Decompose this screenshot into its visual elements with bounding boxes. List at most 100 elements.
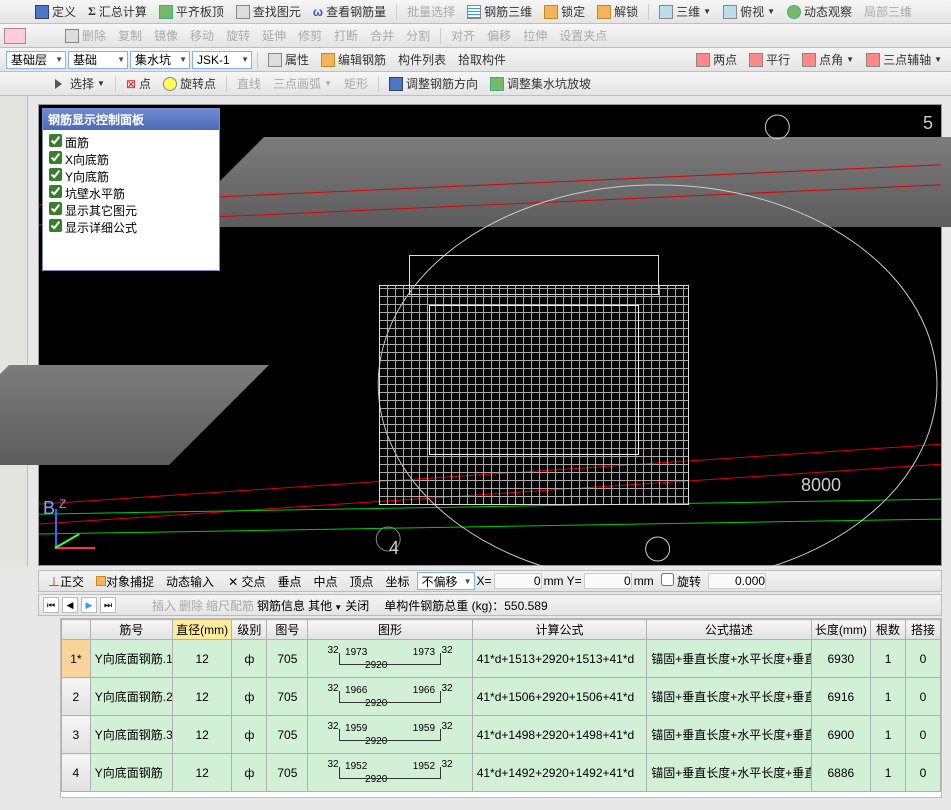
table-row[interactable]: 2Y向底面钢筋.212ф705321966292019663241*d+1506… — [62, 678, 941, 716]
top-view-button[interactable]: 俯视 ▼ — [718, 1, 780, 22]
parallel-button[interactable]: 平行 — [744, 49, 795, 70]
three-pt-axis-button[interactable]: 三点辅轴 ▼ — [861, 49, 947, 70]
table-row[interactable]: 1*Y向底面钢筋.112ф705321973292019733241*d+151… — [62, 640, 941, 678]
snap-coord[interactable]: 坐标 — [381, 572, 415, 591]
rotate-toggle[interactable]: 旋转 — [656, 572, 706, 591]
y-input[interactable] — [584, 573, 632, 589]
orbit-button[interactable]: 动态观察 — [782, 1, 857, 22]
line-button[interactable]: 直线 — [232, 73, 266, 94]
scale-button[interactable]: 缩尺配筋 — [206, 597, 254, 614]
grid-label-b: B — [43, 498, 55, 519]
merge-button[interactable]: 合并 — [365, 25, 399, 46]
category-select[interactable]: 基础 — [68, 51, 128, 69]
two-point-button[interactable]: 两点 — [691, 49, 742, 70]
adjust-slope-button[interactable]: 调整集水坑放坡 — [485, 73, 596, 94]
panel-item[interactable]: Y向底筋 — [49, 168, 213, 185]
panel-item[interactable]: 坑壁水平筋 — [49, 185, 213, 202]
x-input[interactable] — [494, 573, 542, 589]
col-header[interactable]: 图号 — [267, 620, 308, 640]
delete-row-button[interactable]: 删除 — [179, 597, 203, 614]
sum-button[interactable]: Σ 汇总计算 — [83, 1, 152, 22]
mirror-button[interactable]: 镜像 — [149, 25, 183, 46]
local-3d-button[interactable]: 局部三维 — [859, 1, 917, 22]
col-header[interactable]: 根数 — [871, 620, 906, 640]
nav-first[interactable]: ⏮ — [43, 597, 59, 613]
member-list-button[interactable]: 构件列表 — [393, 49, 451, 70]
pick-member-button[interactable]: 拾取构件 — [453, 49, 511, 70]
panel-item[interactable]: 显示其它图元 — [49, 202, 213, 219]
table-row[interactable]: 4Y向底面钢筋12ф705321952292019523241*d+1492+2… — [62, 754, 941, 792]
batch-select-button[interactable]: 批量选择 — [402, 1, 460, 22]
nav-last[interactable]: ⏭ — [100, 597, 116, 613]
point-button[interactable]: ⊠ 点 — [121, 73, 156, 94]
split-button[interactable]: 分割 — [401, 25, 435, 46]
rebar-3d-button[interactable]: 钢筋三维 — [462, 1, 537, 22]
snap-vert[interactable]: 顶点 — [345, 572, 379, 591]
delete2-button[interactable]: 删除 — [60, 25, 111, 46]
move-button[interactable]: 移动 — [185, 25, 219, 46]
rebar-info-button[interactable]: 钢筋信息 — [257, 597, 305, 614]
trim-button[interactable]: 修剪 — [293, 25, 327, 46]
unlock-button[interactable]: 解锁 — [592, 1, 643, 22]
offset-select[interactable]: 不偏移 — [417, 572, 475, 590]
status-bar: ⊥正交 对象捕捉 动态输入 ✕ 交点 垂点 中点 顶点 坐标 不偏移 X= mm… — [38, 570, 942, 592]
table-nav-bar: ⏮ ◀ ▶ ⏭ 插入 删除 缩尺配筋 钢筋信息 其他 ▼ 关闭 单构件钢筋总重 … — [38, 594, 942, 616]
copy-button[interactable]: 复制 — [113, 25, 147, 46]
find-elem-button[interactable]: 查找图元 — [231, 1, 306, 22]
property-button[interactable]: 属性 — [263, 49, 314, 70]
osnap-button[interactable]: 对象捕捉 — [91, 572, 159, 591]
rebar-display-panel[interactable]: 钢筋显示控制面板 面筋X向底筋Y向底筋坑壁水平筋显示其它图元显示详细公式 — [42, 108, 220, 271]
define-button[interactable]: 定义 — [30, 1, 81, 22]
dynin-button[interactable]: 动态输入 — [161, 572, 219, 591]
pt-angle-button[interactable]: 点角 ▼ — [797, 49, 859, 70]
select-mode-button[interactable]: 选择 ▼ — [50, 73, 110, 94]
break-button[interactable]: 打断 — [329, 25, 363, 46]
offset-button[interactable]: 偏移 — [482, 25, 516, 46]
ortho-button[interactable]: ⊥正交 — [43, 572, 89, 591]
col-header[interactable]: 级别 — [232, 620, 267, 640]
grips-button[interactable]: 设置夹点 — [554, 25, 612, 46]
close-button[interactable]: 关闭 — [345, 597, 369, 614]
view-3d-button[interactable]: 三维 ▼ — [654, 1, 716, 22]
col-header[interactable]: 直径(mm) — [172, 620, 232, 640]
toolbar-member: 基础层 基础 集水坑 JSK-1 属性 编辑钢筋 构件列表 拾取构件 两点 平行… — [0, 48, 951, 72]
table-row[interactable]: 3Y向底面钢筋.312ф705321959292019593241*d+1498… — [62, 716, 941, 754]
snap-perp[interactable]: 垂点 — [272, 572, 306, 591]
viewport-3d[interactable]: 8000 5 4 B Z 钢筋显示控制面板 面筋X向底筋Y向底筋坑壁水平筋显示其… — [38, 104, 942, 566]
floor-select[interactable]: 基础层 — [6, 51, 66, 69]
col-header[interactable]: 长度(mm) — [811, 620, 871, 640]
rect-button[interactable]: 矩形 — [339, 73, 373, 94]
instance-select[interactable]: JSK-1 — [192, 51, 252, 69]
y-label: mm Y= — [544, 574, 582, 588]
panel-item[interactable]: 显示详细公式 — [49, 219, 213, 236]
panel-item[interactable]: 面筋 — [49, 134, 213, 151]
col-header[interactable]: 筋号 — [90, 620, 172, 640]
rotate-input[interactable] — [708, 573, 766, 589]
align-button[interactable]: 对齐 — [446, 25, 480, 46]
col-header[interactable] — [62, 620, 91, 640]
stretch-button[interactable]: 拉伸 — [518, 25, 552, 46]
insert-row-button[interactable]: 插入 — [152, 597, 176, 614]
extend-button[interactable]: 延伸 — [257, 25, 291, 46]
rotate-point-button[interactable]: 旋转点 — [158, 73, 221, 94]
col-header[interactable]: 搭接 — [906, 620, 941, 640]
lock-button[interactable]: 锁定 — [539, 1, 590, 22]
panel-item[interactable]: X向底筋 — [49, 151, 213, 168]
other-button[interactable]: 其他 ▼ — [308, 597, 342, 614]
col-header[interactable]: 图形 — [308, 620, 472, 640]
mm-label: mm — [634, 574, 654, 588]
nav-prev[interactable]: ◀ — [62, 597, 78, 613]
col-header[interactable]: 计算公式 — [472, 620, 647, 640]
arc-button[interactable]: 三点画弧 ▼ — [268, 73, 337, 94]
rotate-button[interactable]: 旋转 — [221, 25, 255, 46]
nav-next[interactable]: ▶ — [81, 597, 97, 613]
col-header[interactable]: 公式描述 — [647, 620, 811, 640]
align-slab-button[interactable]: 平齐板顶 — [154, 1, 229, 22]
rebar-table[interactable]: 筋号直径(mm)级别图号图形计算公式公式描述长度(mm)根数搭接 1*Y向底面钢… — [60, 618, 942, 798]
edit-rebar-button[interactable]: 编辑钢筋 — [316, 49, 391, 70]
snap-int[interactable]: ✕ 交点 — [223, 572, 270, 591]
adjust-rebar-dir-button[interactable]: 调整钢筋方向 — [384, 73, 483, 94]
snap-mid[interactable]: 中点 — [308, 572, 342, 591]
view-rebar-button[interactable]: ω 查看钢筋量 — [308, 1, 391, 22]
type-select[interactable]: 集水坑 — [130, 51, 190, 69]
